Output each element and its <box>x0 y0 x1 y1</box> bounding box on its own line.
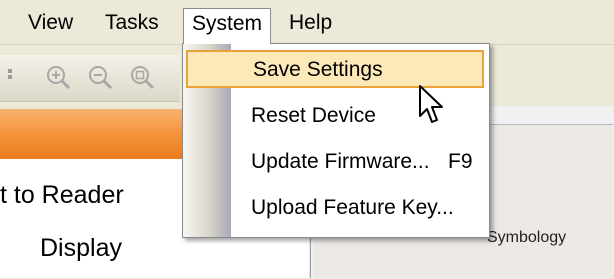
zoom-fit-icon[interactable] <box>128 63 156 91</box>
menu-view-label: View <box>28 11 74 34</box>
menu-bar: View Tasks System Help <box>0 0 614 45</box>
display-item[interactable]: Display <box>40 234 122 263</box>
menu-item-update-firmware[interactable]: Update Firmware... F9 <box>186 144 484 182</box>
menu-help-label: Help <box>289 11 333 34</box>
zoom-out-icon[interactable] <box>86 63 114 91</box>
menu-item-save-settings[interactable]: Save Settings <box>186 50 484 88</box>
connect-to-reader-item[interactable]: t to Reader <box>0 181 124 210</box>
menu-item-upload-feature-key-label: Upload Feature Key... <box>251 196 454 219</box>
menu-view[interactable]: View <box>20 8 81 38</box>
menu-item-upload-feature-key[interactable]: Upload Feature Key... <box>186 190 484 228</box>
menu-system-label: System <box>192 12 263 35</box>
toolbar-grip[interactable] <box>8 75 12 79</box>
system-menu: Save Settings Reset Device Update Firmwa… <box>182 43 490 238</box>
menu-system[interactable]: System <box>183 8 272 44</box>
menu-help[interactable]: Help <box>281 8 340 38</box>
menu-item-update-firmware-label: Update Firmware... <box>251 150 430 173</box>
zoom-in-icon[interactable] <box>44 63 72 91</box>
menu-tasks-label: Tasks <box>105 11 159 34</box>
menu-tasks[interactable]: Tasks <box>97 8 167 38</box>
mouse-cursor-icon <box>418 84 448 126</box>
menu-item-reset-device-label: Reset Device <box>251 104 376 127</box>
toolbar <box>0 55 180 102</box>
menu-item-update-firmware-shortcut: F9 <box>448 150 473 173</box>
display-label: Display <box>40 234 122 262</box>
connect-to-reader-label: t to Reader <box>0 181 124 209</box>
symbology-label: Symbology <box>487 229 567 246</box>
menu-item-save-settings-label: Save Settings <box>253 58 383 81</box>
